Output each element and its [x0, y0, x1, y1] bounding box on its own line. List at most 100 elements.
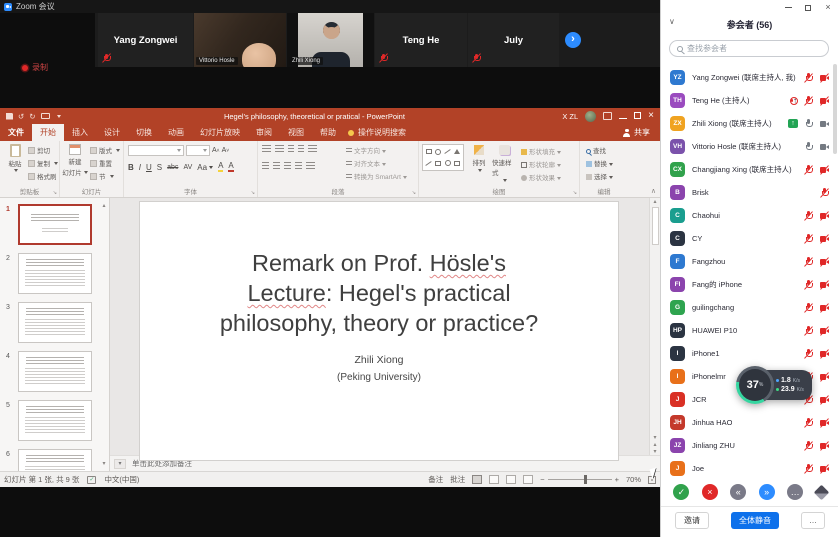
copy-button[interactable]: 复制 [28, 158, 58, 168]
reset-button[interactable]: 重置 [90, 158, 120, 168]
comments-toggle-button[interactable]: 批注 [450, 474, 465, 485]
character-spacing-button[interactable]: AV [183, 164, 192, 171]
dialog-launcher-icon[interactable]: ↘ [53, 190, 57, 196]
feedback-icon[interactable]: « [730, 484, 746, 500]
text-direction-button[interactable]: 文字方向 [346, 145, 407, 155]
mute-all-button[interactable]: 全体静音 [731, 512, 779, 529]
feedback-icon[interactable]: × [702, 484, 718, 500]
participant-row[interactable]: TH Teng He (主持人) ↑ [661, 89, 838, 112]
dialog-launcher-icon[interactable]: ↘ [412, 190, 416, 196]
shapes-gallery[interactable] [422, 144, 464, 171]
slide-author[interactable]: Zhili Xiong [140, 354, 618, 366]
align-right-button[interactable] [284, 162, 291, 170]
participant-row[interactable]: JH Jinhua HAO ↑ [661, 411, 838, 434]
paste-button[interactable]: 粘贴 [2, 144, 28, 172]
slide-affiliation[interactable]: (Peking University) [140, 372, 618, 383]
maximize-button[interactable] [634, 112, 641, 121]
account-name[interactable]: X ZL [562, 112, 578, 121]
slide-counter[interactable]: 幻灯片 第 1 张, 共 9 张 [4, 474, 79, 485]
close-button[interactable]: × [648, 111, 654, 121]
slideshow-view-button[interactable] [523, 475, 533, 484]
ribbon-display-options-icon[interactable] [603, 112, 612, 120]
convert-smartart-button[interactable]: 转换为 SmartArt [346, 171, 407, 181]
next-slide-icon[interactable]: ▾ [653, 448, 656, 455]
new-slide-button[interactable]: 新建 幻灯片 [62, 144, 88, 177]
participant-row[interactable]: ZX Zhili Xiong (联席主持人) ↑ [661, 112, 838, 135]
find-button[interactable]: 查找 [586, 145, 613, 155]
font-size-combobox[interactable] [186, 145, 210, 156]
ribbon-tab[interactable]: 视图 [280, 124, 312, 141]
slideshow-icon[interactable] [41, 113, 50, 119]
redo-icon[interactable]: ↻ [29, 112, 35, 121]
shrink-font-button[interactable]: A˅ [222, 147, 230, 154]
panel-minimize-button[interactable] [778, 0, 798, 15]
ribbon-tab[interactable]: 切换 [128, 124, 160, 141]
reading-view-button[interactable] [506, 475, 516, 484]
slide-canvas[interactable]: Remark on Prof. Hösle's Lecture: Hegel's… [140, 202, 618, 460]
zoom-percentage[interactable]: 70% [626, 475, 641, 484]
notes-toggle-button[interactable]: 备注 [428, 474, 443, 485]
scroll-down-icon[interactable]: ▾ [102, 460, 105, 467]
search-input[interactable] [687, 44, 821, 53]
participant-video-tile[interactable]: Teng He Teng He [375, 13, 467, 67]
section-button[interactable]: 节 [90, 171, 120, 181]
slide-title[interactable]: Remark on Prof. Hösle's Lecture: Hegel's… [140, 248, 618, 338]
replace-button[interactable]: 替换 [586, 158, 613, 168]
panel-maximize-button[interactable] [798, 0, 818, 15]
participant-video-tile[interactable]: Zhili Xiong Zhili Xiong [287, 13, 374, 67]
slide-sorter-view-button[interactable] [489, 475, 499, 484]
shape-outline-button[interactable]: 形状轮廓 [521, 159, 561, 169]
layout-button[interactable]: 版式 [90, 145, 120, 155]
ribbon-tab[interactable]: 动画 [160, 124, 192, 141]
grow-font-button[interactable]: A˄ [212, 147, 220, 154]
panel-close-button[interactable]: × [818, 0, 838, 15]
share-button[interactable]: 共享 [623, 127, 660, 138]
bold-button[interactable]: B [128, 163, 134, 172]
participant-row[interactable]: HP HUAWEI P10 ↑ [661, 319, 838, 342]
tell-me-search[interactable]: 操作说明搜索 [348, 127, 406, 138]
ribbon-tab[interactable]: 插入 [64, 124, 96, 141]
invite-button[interactable]: 邀请 [675, 512, 709, 529]
feedback-icon[interactable] [813, 484, 829, 500]
feedback-icon[interactable]: » [759, 484, 775, 500]
font-color-button[interactable]: A [228, 162, 233, 172]
highlight-color-button[interactable]: A [218, 162, 223, 172]
participant-row[interactable]: JZ Jinliang ZHU ↑ [661, 434, 838, 457]
account-avatar[interactable] [585, 111, 596, 122]
participant-search-box[interactable] [669, 40, 829, 57]
shape-fill-button[interactable]: 形状填充 [521, 146, 561, 156]
align-left-button[interactable] [262, 162, 269, 170]
slide-thumbnail[interactable]: 1 [0, 204, 109, 253]
next-videos-button[interactable]: › [565, 32, 581, 48]
slide-thumbnail[interactable]: 5 [0, 400, 109, 449]
participant-row[interactable]: B Brisk ↑ [661, 181, 838, 204]
participant-video-tile[interactable]: Vittorio Hosle Vittorio Hosle [194, 13, 286, 67]
format-painter-button[interactable]: 格式刷 [28, 171, 58, 181]
font-name-combobox[interactable] [128, 145, 184, 156]
columns-button[interactable] [306, 162, 315, 170]
select-button[interactable]: 选择 [586, 171, 613, 181]
thumbnails-scrollbar[interactable]: ▴ ▾ [100, 202, 108, 467]
more-options-button[interactable]: … [801, 512, 825, 529]
decrease-indent-button[interactable] [288, 145, 294, 153]
zoom-slider-track[interactable] [548, 479, 612, 480]
slide-thumbnail[interactable]: 4 [0, 351, 109, 400]
participant-row[interactable]: C CY ↑ [661, 227, 838, 250]
participant-video-tile[interactable]: Yang Zongwei Yang Zongwei [98, 13, 193, 67]
qat-dropdown-icon[interactable] [57, 115, 61, 118]
collapse-ribbon-icon[interactable]: ∧ [651, 187, 656, 195]
underline-button[interactable]: U [146, 163, 152, 172]
participants-scrollbar[interactable] [833, 64, 837, 154]
participant-row[interactable]: F Fangzhou ↑ [661, 250, 838, 273]
bullets-button[interactable] [262, 145, 271, 153]
shape-effects-button[interactable]: 形状效果 [521, 172, 561, 182]
feedback-icon[interactable]: … [787, 484, 803, 500]
align-center-button[interactable] [273, 162, 280, 170]
ribbon-tab[interactable]: 开始 [32, 124, 64, 141]
text-shadow-button[interactable]: S [157, 163, 162, 172]
participant-row[interactable]: VH Vittorio Hosle (联席主持人) ↑ [661, 135, 838, 158]
zoom-out-icon[interactable]: − [540, 475, 544, 484]
spell-check-icon[interactable]: ✓ [87, 476, 96, 484]
undo-icon[interactable]: ↺ [18, 112, 24, 121]
save-icon[interactable] [6, 113, 13, 120]
